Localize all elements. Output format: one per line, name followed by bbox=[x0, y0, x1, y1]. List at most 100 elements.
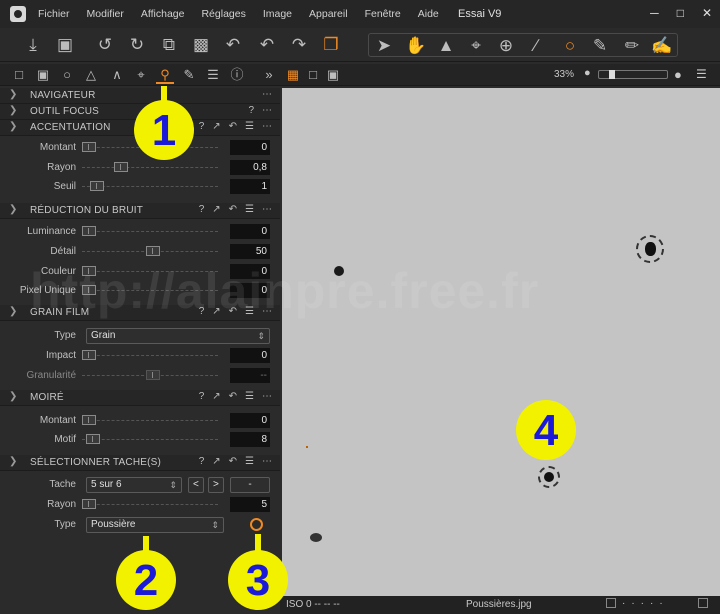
montant-slider-handle[interactable] bbox=[82, 142, 96, 152]
reset-icon[interactable]: ↶ bbox=[229, 391, 237, 402]
copy-adjustments-icon[interactable]: ⧉ bbox=[158, 34, 180, 56]
color-tag-icon[interactable] bbox=[698, 598, 708, 608]
more-icon[interactable]: ⋯ bbox=[262, 121, 272, 132]
more-icon[interactable]: ⋯ bbox=[262, 391, 272, 402]
metadata-tab-icon[interactable]: ☰ bbox=[204, 66, 222, 84]
help-icon[interactable]: ? bbox=[199, 456, 205, 467]
menu-aide[interactable]: Aide bbox=[418, 8, 439, 20]
spot-removal-icon[interactable]: ○ bbox=[559, 35, 581, 57]
tache-rayon-value[interactable]: 5 bbox=[230, 497, 270, 512]
select-cursor-icon[interactable]: ➤ bbox=[373, 35, 395, 57]
grain-type-select[interactable]: Grain ⇕ bbox=[86, 328, 270, 344]
color-tab-icon[interactable]: ○ bbox=[58, 66, 76, 84]
tache-select[interactable]: 5 sur 6 ⇕ bbox=[86, 477, 182, 493]
capture-tab-icon[interactable]: ▣ bbox=[34, 66, 52, 84]
next-tache-button[interactable]: > bbox=[208, 477, 224, 493]
luminance-slider-handle[interactable] bbox=[82, 226, 96, 236]
undo-icon[interactable]: ↶ bbox=[256, 34, 278, 56]
exposure-tab-icon[interactable]: △ bbox=[82, 66, 100, 84]
viewer-menu-icon[interactable]: ☰ bbox=[696, 67, 707, 81]
seuil-slider-handle[interactable] bbox=[90, 181, 104, 191]
lens-tab-icon[interactable]: ∧ bbox=[108, 66, 126, 84]
tache-type-select[interactable]: Poussière ⇕ bbox=[86, 517, 224, 533]
menu-affichage[interactable]: Affichage bbox=[141, 8, 185, 20]
crop-icon[interactable]: ⌖ bbox=[465, 35, 487, 57]
preset-icon[interactable]: ☰ bbox=[245, 391, 254, 402]
redo-icon[interactable]: ↷ bbox=[288, 34, 310, 56]
navigateur-header[interactable]: ❯ NAVIGATEUR ⋯ bbox=[0, 88, 280, 104]
maximize-icon[interactable]: □ bbox=[677, 6, 684, 20]
checkbox-icon[interactable] bbox=[606, 598, 616, 608]
preset-icon[interactable]: ☰ bbox=[245, 204, 254, 215]
import-icon[interactable]: ⤓ bbox=[22, 34, 44, 56]
single-view-icon[interactable]: □ bbox=[304, 66, 322, 84]
motif-slider[interactable] bbox=[82, 439, 218, 440]
zoom-slider-handle[interactable] bbox=[609, 70, 615, 79]
reset-icon[interactable]: ↶ bbox=[229, 121, 237, 132]
camera-icon[interactable]: ▣ bbox=[54, 34, 76, 56]
close-icon[interactable]: ✕ bbox=[702, 6, 712, 20]
keystone-icon[interactable]: ▲ bbox=[435, 35, 457, 57]
expand-icon[interactable]: ↗ bbox=[212, 456, 220, 467]
help-icon[interactable]: ? bbox=[199, 204, 205, 215]
prev-tache-button[interactable]: < bbox=[188, 477, 204, 493]
eraser-icon[interactable]: ✍ bbox=[651, 35, 673, 57]
detail-slider-handle[interactable] bbox=[146, 246, 160, 256]
luminance-value[interactable]: 0 bbox=[230, 224, 270, 239]
menu-image[interactable]: Image bbox=[263, 8, 292, 20]
pan-hand-icon[interactable]: ✋ bbox=[405, 35, 427, 57]
image-viewer[interactable] bbox=[282, 88, 720, 596]
rayon-slider-handle[interactable] bbox=[114, 162, 128, 172]
detail-value[interactable]: 50 bbox=[230, 244, 270, 259]
local-adjust-tab-icon[interactable]: ✎ bbox=[180, 66, 198, 84]
montant-value[interactable]: 0 bbox=[230, 140, 270, 155]
expand-icon[interactable]: ↗ bbox=[212, 204, 220, 215]
motif-value[interactable]: 8 bbox=[230, 432, 270, 447]
moire-header[interactable]: ❯ MOIRÉ ? ↗ ↶ ☰ ⋯ bbox=[0, 390, 280, 406]
bruit-header[interactable]: ❯ RÉDUCTION DU BRUIT ? ↗ ↶ ☰ ⋯ bbox=[0, 203, 280, 219]
help-icon[interactable]: ? bbox=[199, 391, 205, 402]
seuil-value[interactable]: 1 bbox=[230, 179, 270, 194]
reset-icon[interactable]: ↶ bbox=[222, 34, 244, 56]
preset-icon[interactable]: ☰ bbox=[245, 121, 254, 132]
tache-rayon-slider-handle[interactable] bbox=[82, 499, 96, 509]
menu-fichier[interactable]: Fichier bbox=[38, 8, 70, 20]
menu-reglages[interactable]: Réglages bbox=[201, 8, 245, 20]
straighten-icon[interactable]: ∕ bbox=[525, 35, 547, 57]
help-icon[interactable]: ? bbox=[199, 121, 205, 132]
rayon-value[interactable]: 0,8 bbox=[230, 160, 270, 175]
menu-appareil[interactable]: Appareil bbox=[309, 8, 348, 20]
impact-slider-handle[interactable] bbox=[82, 350, 96, 360]
preset-icon[interactable]: ☰ bbox=[245, 456, 254, 467]
moire-montant-slider[interactable] bbox=[82, 420, 218, 421]
menu-fenetre[interactable]: Fenêtre bbox=[365, 8, 401, 20]
more-icon[interactable]: ⋯ bbox=[262, 105, 272, 116]
rotate-right-icon[interactable]: ↻ bbox=[126, 34, 148, 56]
rayon-slider[interactable] bbox=[82, 167, 218, 168]
trash-icon[interactable]: ▩ bbox=[190, 34, 212, 56]
tache-rayon-slider[interactable] bbox=[82, 504, 218, 505]
reset-icon[interactable]: ↶ bbox=[229, 204, 237, 215]
impact-value[interactable]: 0 bbox=[230, 348, 270, 363]
help-icon[interactable]: ? bbox=[248, 105, 254, 116]
impact-slider[interactable] bbox=[82, 355, 218, 356]
remove-tache-button[interactable]: - bbox=[230, 477, 270, 493]
grid-view-icon[interactable]: ▦ bbox=[284, 66, 302, 84]
minimize-icon[interactable]: ─ bbox=[650, 6, 659, 20]
more-tabs-icon[interactable]: » bbox=[260, 66, 278, 84]
zoom-slider[interactable] bbox=[598, 70, 668, 79]
fit-view-icon[interactable]: ▣ bbox=[324, 66, 342, 84]
brush-icon[interactable]: ✎ bbox=[589, 35, 611, 57]
details-tab-icon[interactable]: ⚲ bbox=[156, 66, 174, 84]
composition-tab-icon[interactable]: ⌖ bbox=[132, 66, 150, 84]
info-tab-icon[interactable]: ⓘ bbox=[228, 66, 246, 84]
multi-view-icon[interactable]: ❐ bbox=[320, 34, 342, 56]
more-icon[interactable]: ⋯ bbox=[262, 89, 272, 100]
luminance-slider[interactable] bbox=[82, 231, 218, 232]
folder-tab-icon[interactable]: □ bbox=[10, 66, 28, 84]
motif-slider-handle[interactable] bbox=[86, 434, 100, 444]
rating-dots-icon[interactable]: ····· bbox=[622, 598, 669, 609]
rotate-tool-icon[interactable]: ⊕ bbox=[495, 35, 517, 57]
menu-modifier[interactable]: Modifier bbox=[87, 8, 124, 20]
spot-tool-icon[interactable] bbox=[250, 518, 263, 531]
